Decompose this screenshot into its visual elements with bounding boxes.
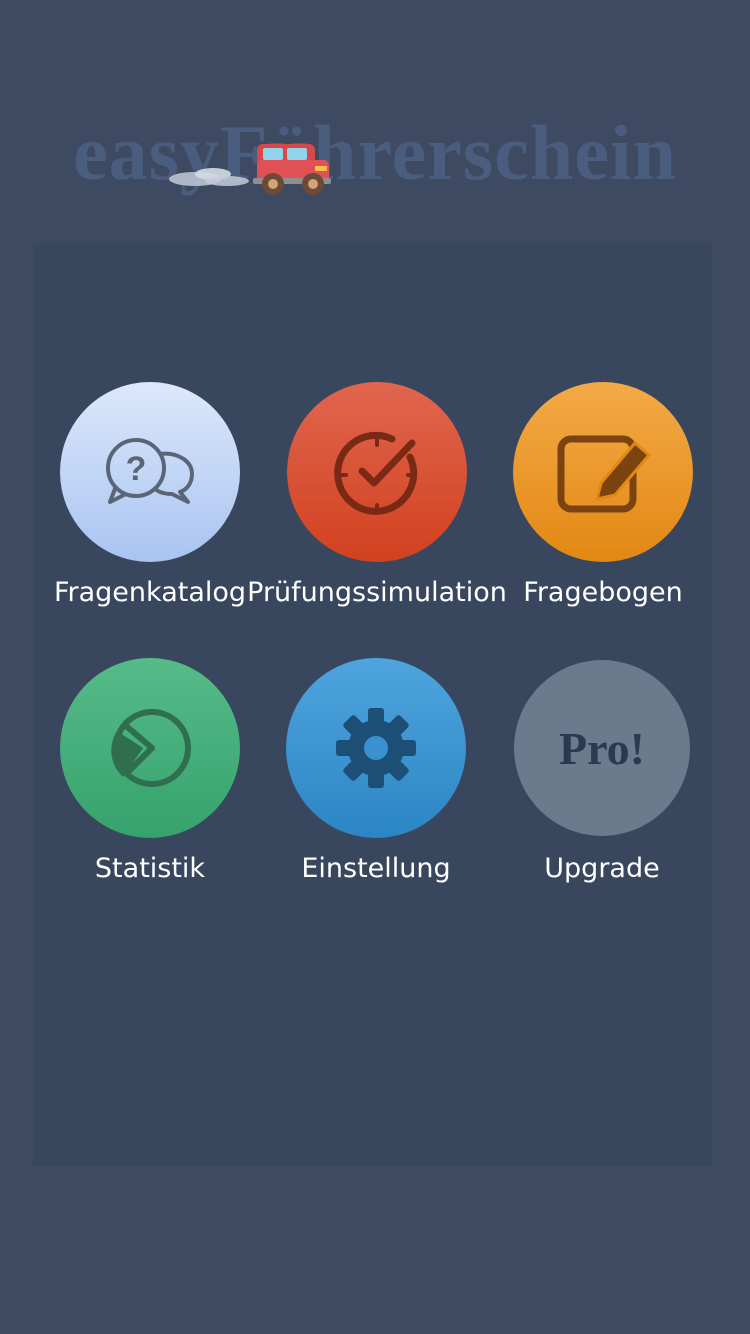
app-logo: easyFührerschein <box>0 100 750 220</box>
menu-item-fragebogen[interactable]: Fragebogen <box>478 382 728 622</box>
question-chat-icon: ? <box>106 438 194 504</box>
menu-item-icon-circle <box>287 382 467 562</box>
menu-item-icon-circle <box>286 658 466 838</box>
pie-chart-icon <box>111 709 191 787</box>
menu-item-icon-circle: ? <box>60 382 240 562</box>
svg-text:?: ? <box>126 450 147 488</box>
menu-item-icon-circle <box>513 382 693 562</box>
car-icon <box>169 144 331 195</box>
pro-badge-icon: Pro! <box>558 722 645 774</box>
menu-item-upgrade[interactable]: Pro! Upgrade <box>477 658 727 898</box>
menu-item-icon-circle: Pro! <box>514 660 690 836</box>
logo-text: easyFührerschein <box>73 109 677 196</box>
menu-item-label: Upgrade <box>544 853 660 884</box>
edit-icon <box>557 435 651 513</box>
menu-item-icon-circle <box>60 658 240 838</box>
gear-icon <box>336 708 416 788</box>
clock-check-icon <box>334 431 418 515</box>
menu-item-label: Fragebogen <box>523 577 683 608</box>
